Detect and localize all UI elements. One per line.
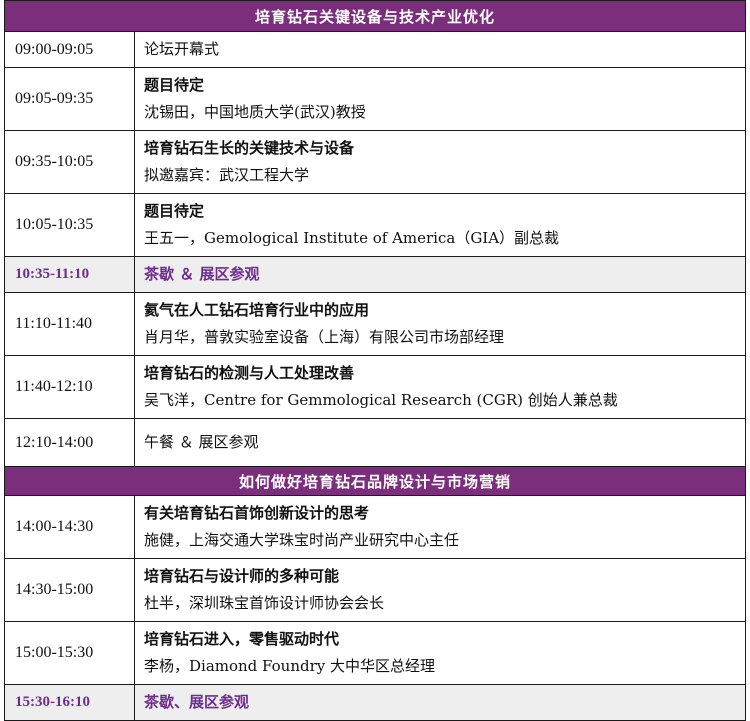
talk-topic: 培育钻石的检测与人工处理改善 — [144, 364, 355, 382]
item-cell: 培育钻石进入，零售驱动时代 李杨，Diamond Foundry 大中华区总经理 — [133, 621, 747, 685]
talk-speaker: 拟邀嘉宾：武汉工程大学 — [144, 166, 310, 184]
item-text: 论坛开幕式 — [144, 40, 220, 58]
agenda-row: 14:30-15:00 培育钻石与设计师的多种可能 杜半，深圳珠宝首饰设计师协会… — [4, 558, 747, 622]
item-cell: 氦气在人工钻石培育行业中的应用 肖月华，普敦实验室设备（上海）有限公司市场部经理 — [133, 292, 747, 356]
time-cell: 15:00-15:30 — [4, 621, 135, 685]
agenda-row: 11:10-11:40 氦气在人工钻石培育行业中的应用 肖月华，普敦实验室设备（… — [4, 292, 747, 356]
section-header: 如何做好培育钻石品牌设计与市场营销 — [3, 466, 747, 496]
item-text: 午餐 ＆ 展区参观 — [144, 433, 259, 451]
section-title: 如何做好培育钻石品牌设计与市场营销 — [3, 466, 747, 496]
talk-speaker: 杜半，深圳珠宝首饰设计师协会会长 — [144, 594, 385, 612]
time-cell: 09:35-10:05 — [4, 130, 135, 194]
break-row: 10:35-11:10 茶歇 ＆ 展区参观 — [4, 256, 747, 293]
agenda-table: 培育钻石关键设备与技术产业优化 09:00-09:05 论坛开幕式 09:05-… — [3, 0, 747, 721]
talk-speaker: 沈锡田，中国地质大学(武汉)教授 — [144, 103, 366, 121]
talk-topic: 培育钻石生长的关键技术与设备 — [144, 139, 355, 157]
time-cell: 11:10-11:40 — [4, 292, 135, 356]
break-label: 茶歇 ＆ 展区参观 — [133, 256, 747, 293]
agenda-row: 15:00-15:30 培育钻石进入，零售驱动时代 李杨，Diamond Fou… — [4, 621, 747, 685]
agenda-row: 14:00-14:30 有关培育钻石首饰创新设计的思考 施健，上海交通大学珠宝时… — [4, 495, 747, 559]
time-cell: 09:00-09:05 — [4, 31, 135, 68]
talk-topic: 培育钻石进入，零售驱动时代 — [144, 630, 340, 648]
item-cell: 有关培育钻石首饰创新设计的思考 施健，上海交通大学珠宝时尚产业研究中心主任 — [133, 495, 747, 559]
talk-topic: 题目待定 — [144, 202, 205, 220]
agenda-row: 11:40-12:10 培育钻石的检测与人工处理改善 吴飞洋，Centre fo… — [4, 355, 747, 419]
agenda-row: 09:00-09:05 论坛开幕式 — [4, 31, 747, 68]
talk-speaker: 肖月华，普敦实验室设备（上海）有限公司市场部经理 — [144, 328, 505, 346]
time-cell: 14:30-15:00 — [4, 558, 135, 622]
talk-topic: 培育钻石与设计师的多种可能 — [144, 567, 340, 585]
talk-topic: 有关培育钻石首饰创新设计的思考 — [144, 504, 370, 522]
agenda-page: 培育钻石关键设备与技术产业优化 09:00-09:05 论坛开幕式 09:05-… — [0, 0, 750, 721]
section-title: 培育钻石关键设备与技术产业优化 — [3, 0, 747, 32]
time-cell: 10:05-10:35 — [4, 193, 135, 257]
time-cell: 12:10-14:00 — [4, 418, 135, 467]
item-cell: 题目待定 王五一，Gemological Institute of Americ… — [133, 193, 747, 257]
agenda-row: 09:05-09:35 题目待定 沈锡田，中国地质大学(武汉)教授 — [4, 67, 747, 131]
break-row: 15:30-16:10 茶歇、展区参观 — [4, 684, 747, 721]
talk-speaker: 王五一，Gemological Institute of America（GIA… — [144, 229, 560, 247]
talk-speaker: 吴飞洋，Centre for Gemmological Research (CG… — [144, 391, 618, 409]
talk-topic: 氦气在人工钻石培育行业中的应用 — [144, 301, 370, 319]
agenda-row: 12:10-14:00 午餐 ＆ 展区参观 — [4, 418, 747, 467]
time-cell: 15:30-16:10 — [4, 684, 135, 721]
talk-topic: 题目待定 — [144, 76, 205, 94]
section-header: 培育钻石关键设备与技术产业优化 — [3, 0, 747, 32]
time-cell: 10:35-11:10 — [4, 256, 135, 293]
time-cell: 14:00-14:30 — [4, 495, 135, 559]
item-cell: 题目待定 沈锡田，中国地质大学(武汉)教授 — [133, 67, 747, 131]
item-cell: 培育钻石生长的关键技术与设备 拟邀嘉宾：武汉工程大学 — [133, 130, 747, 194]
agenda-row: 09:35-10:05 培育钻石生长的关键技术与设备 拟邀嘉宾：武汉工程大学 — [4, 130, 747, 194]
time-cell: 11:40-12:10 — [4, 355, 135, 419]
time-cell: 09:05-09:35 — [4, 67, 135, 131]
agenda-row: 10:05-10:35 题目待定 王五一，Gemological Institu… — [4, 193, 747, 257]
talk-speaker: 李杨，Diamond Foundry 大中华区总经理 — [144, 657, 436, 675]
item-cell: 培育钻石与设计师的多种可能 杜半，深圳珠宝首饰设计师协会会长 — [133, 558, 747, 622]
talk-speaker: 施健，上海交通大学珠宝时尚产业研究中心主任 — [144, 531, 460, 549]
break-label: 茶歇、展区参观 — [133, 684, 747, 721]
item-cell: 论坛开幕式 — [133, 31, 747, 68]
item-cell: 培育钻石的检测与人工处理改善 吴飞洋，Centre for Gemmologic… — [133, 355, 747, 419]
item-cell: 午餐 ＆ 展区参观 — [133, 418, 747, 467]
